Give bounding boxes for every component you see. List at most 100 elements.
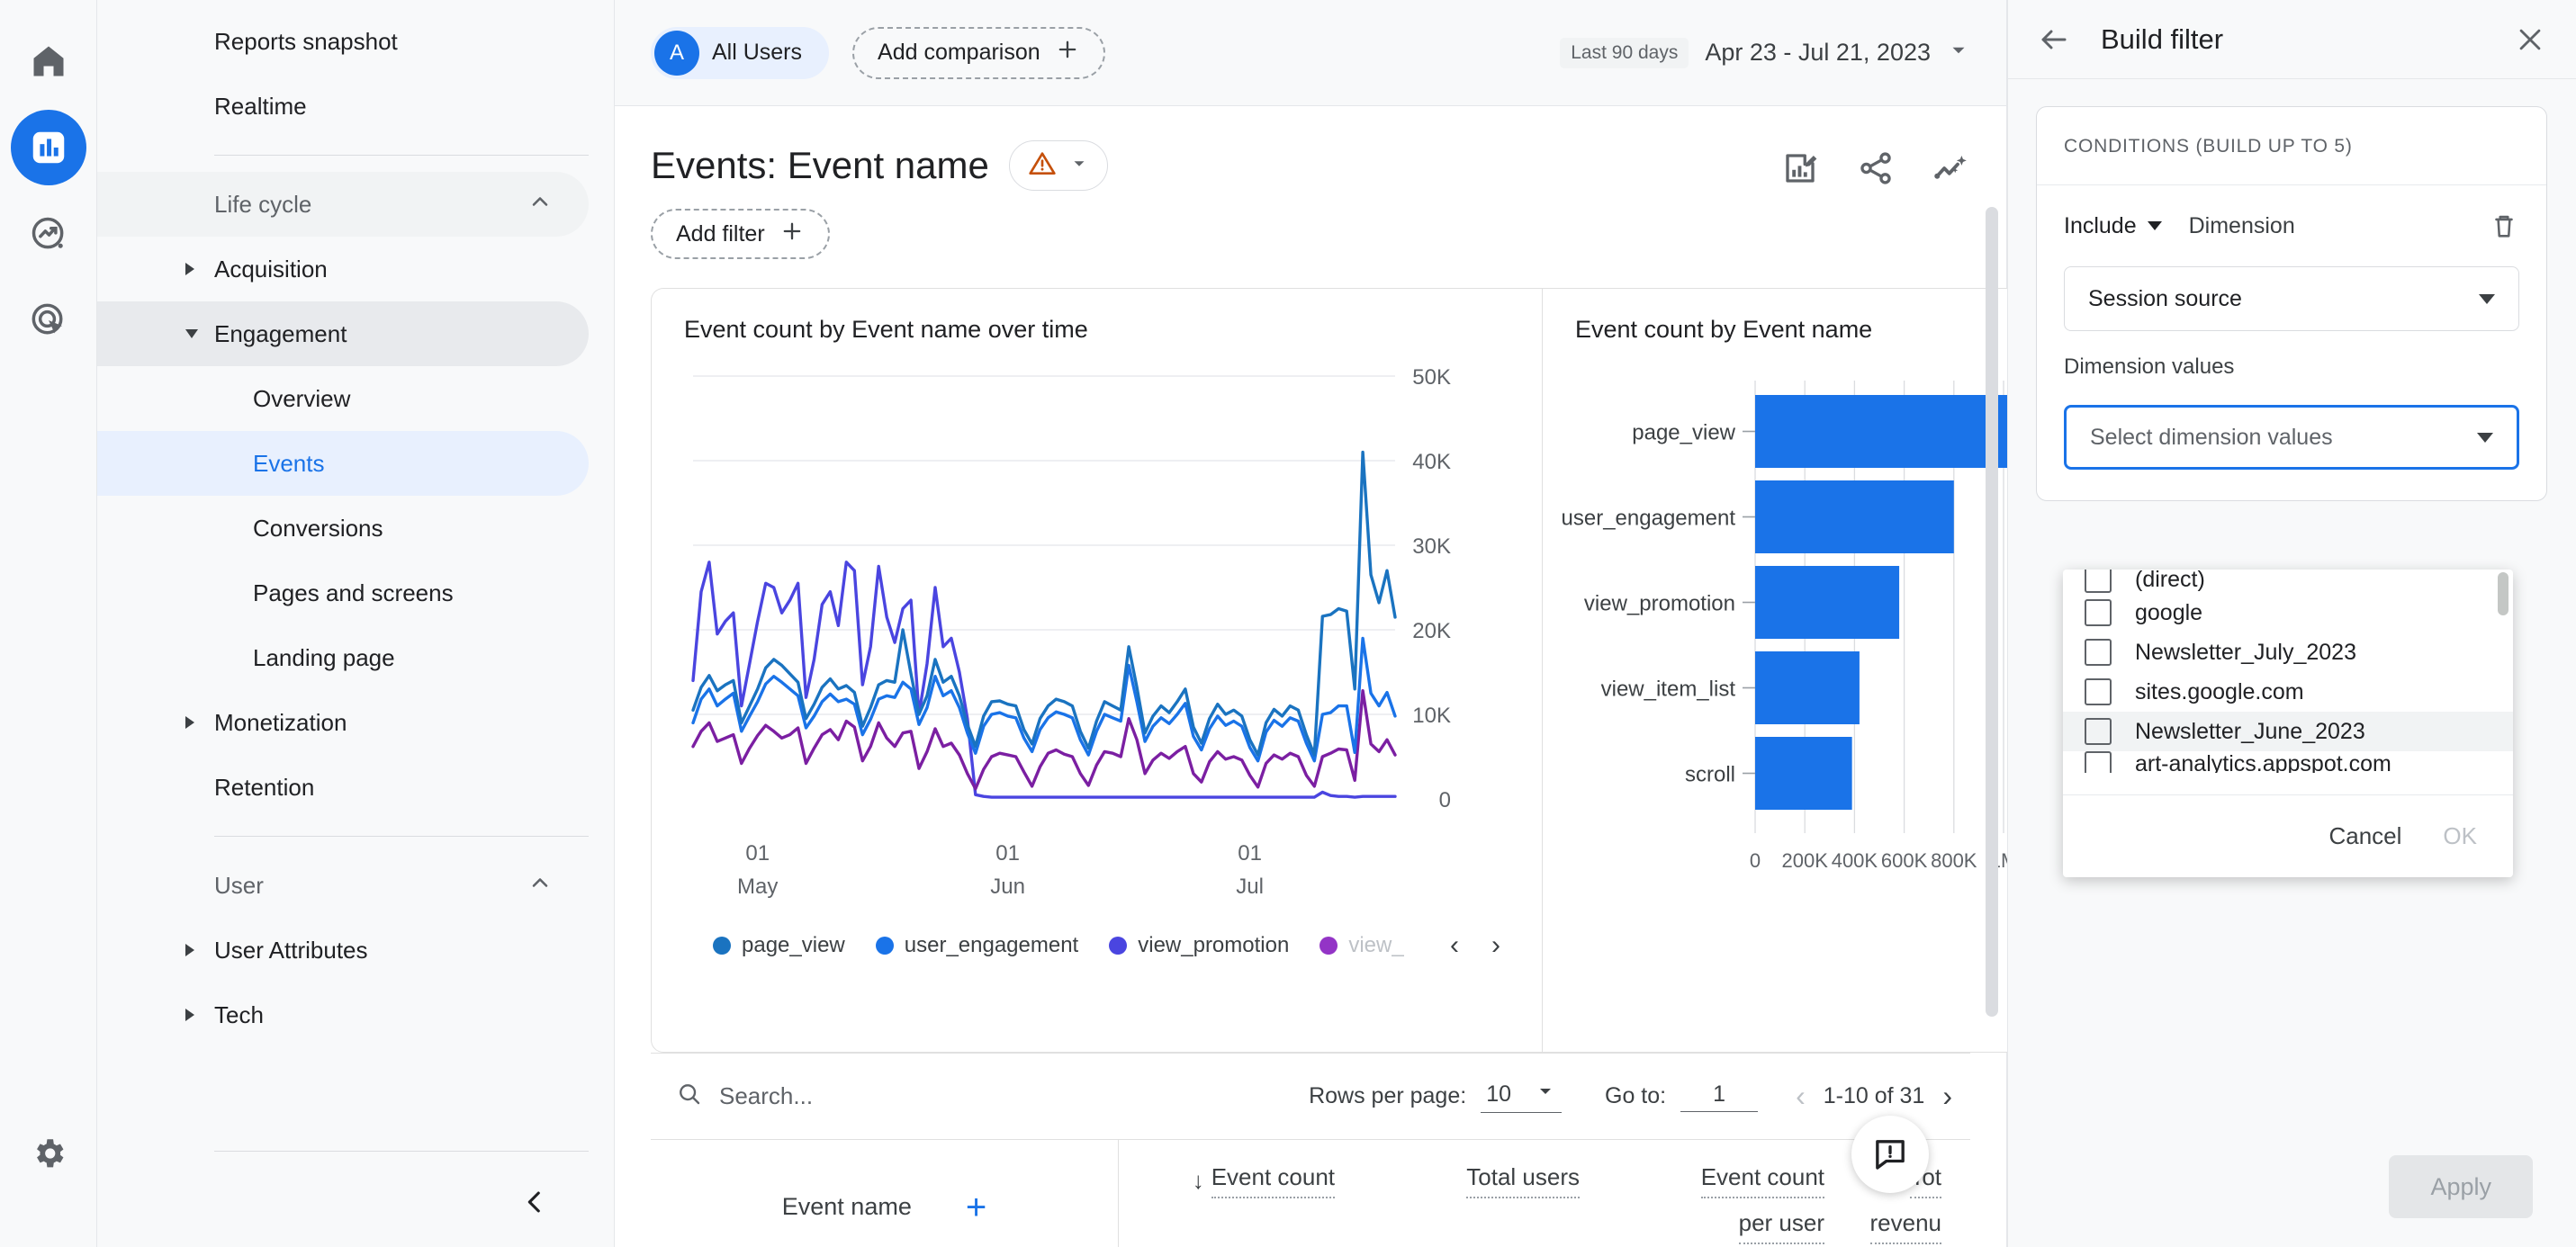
- sidebar-item-acquisition[interactable]: Acquisition: [97, 237, 589, 301]
- checkbox[interactable]: [2085, 570, 2112, 593]
- sidebar-item-label: Conversions: [253, 514, 383, 542]
- dropdown-option-art-analytics[interactable]: art-analytics.appspot.com: [2063, 751, 2513, 773]
- share-icon[interactable]: [1857, 149, 1895, 187]
- sidebar-divider-1: [214, 155, 589, 156]
- search-box[interactable]: Search...: [676, 1081, 813, 1112]
- column-header-event-count[interactable]: ↓ Event count: [1119, 1140, 1364, 1247]
- add-filter-button[interactable]: Add filter: [651, 209, 830, 259]
- sidebar-item-user-attributes[interactable]: User Attributes: [97, 918, 589, 982]
- add-comparison-button[interactable]: Add comparison: [852, 26, 1105, 79]
- insights-icon[interactable]: [1932, 149, 1970, 187]
- segment-label: All Users: [712, 40, 803, 65]
- dropdown-option-label: Newsletter_June_2023: [2135, 718, 2365, 744]
- legend-label: view_: [1348, 933, 1404, 957]
- dropdown-scrollbar-thumb[interactable]: [2498, 572, 2508, 615]
- scrollbar-thumb[interactable]: [1986, 207, 1998, 1017]
- checkbox[interactable]: [2085, 678, 2112, 705]
- analytics-app: Reports snapshot Realtime Life cycle Acq…: [0, 0, 2576, 1247]
- column-header-event-count-per-user[interactable]: Event count per user: [1608, 1140, 1853, 1247]
- legend-item[interactable]: user_engagement: [875, 933, 1078, 958]
- apply-button[interactable]: Apply: [2389, 1155, 2533, 1218]
- date-range-selector[interactable]: Last 90 days Apr 23 - Jul 21, 2023: [1560, 37, 1970, 68]
- sidebar-item-landing-page[interactable]: Landing page: [97, 625, 589, 690]
- trash-icon[interactable]: [2489, 211, 2519, 241]
- checkbox[interactable]: [2085, 718, 2112, 745]
- plus-icon[interactable]: +: [966, 1189, 986, 1225]
- sidebar-item-overview[interactable]: Overview: [97, 366, 589, 431]
- sidebar-item-events[interactable]: Events: [97, 431, 589, 496]
- legend-prev-button[interactable]: ‹: [1450, 930, 1459, 961]
- home-icon[interactable]: [11, 23, 86, 99]
- svg-text:200K: 200K: [1782, 849, 1829, 872]
- pagination: ‹ 1-10 of 31 ›: [1796, 1080, 1970, 1113]
- sidebar-item-monetization[interactable]: Monetization: [97, 690, 589, 755]
- ok-button[interactable]: OK: [2443, 822, 2477, 850]
- legend-item[interactable]: view_: [1320, 933, 1404, 958]
- search-input[interactable]: Search...: [719, 1082, 813, 1110]
- reports-icon[interactable]: [10, 110, 86, 185]
- sidebar-item-reports-snapshot[interactable]: Reports snapshot: [97, 9, 589, 74]
- next-page-button[interactable]: ›: [1942, 1080, 1952, 1113]
- advertising-icon[interactable]: [11, 283, 86, 358]
- dropdown-option-label: sites.google.com: [2135, 678, 2304, 704]
- dropdown-option-newsletter-june[interactable]: Newsletter_June_2023: [2063, 712, 2513, 751]
- dropdown-actions: Cancel OK: [2063, 794, 2513, 877]
- segment-chip-all-users[interactable]: A All Users: [651, 26, 830, 79]
- explore-icon[interactable]: [11, 196, 86, 272]
- sidebar-item-engagement[interactable]: Engagement: [97, 301, 589, 366]
- gear-icon[interactable]: [11, 1116, 86, 1191]
- sidebar-item-pages-and-screens[interactable]: Pages and screens: [97, 561, 589, 625]
- dropdown-option-list[interactable]: (direct) google Newsletter_July_2023 sit…: [2063, 570, 2513, 794]
- plus-icon: [779, 219, 805, 250]
- sidebar-item-tech[interactable]: Tech: [97, 982, 589, 1047]
- goto-input[interactable]: [1680, 1081, 1759, 1112]
- svg-text:0: 0: [1750, 849, 1761, 872]
- sidebar-item-label: Pages and screens: [253, 579, 454, 606]
- sidebar-item-retention[interactable]: Retention: [97, 755, 589, 820]
- chevron-up-icon[interactable]: [527, 870, 553, 902]
- column-header-event-name[interactable]: Event name +: [651, 1140, 1119, 1247]
- sidebar-collapse-button[interactable]: [509, 1177, 560, 1227]
- settings-rail-section: [0, 1116, 97, 1202]
- dropdown-option-direct[interactable]: (direct): [2063, 570, 2513, 593]
- column-header-total-users[interactable]: Total users: [1364, 1140, 1608, 1247]
- sidebar-item-realtime[interactable]: Realtime: [97, 74, 589, 139]
- panel-title: Build filter: [2101, 22, 2224, 55]
- svg-text:20K: 20K: [1412, 619, 1451, 643]
- dropdown-option-google[interactable]: google: [2063, 593, 2513, 632]
- legend-item[interactable]: view_promotion: [1109, 933, 1289, 958]
- dropdown-option-newsletter-july[interactable]: Newsletter_July_2023: [2063, 632, 2513, 672]
- rows-per-page-select[interactable]: 10: [1481, 1081, 1562, 1113]
- checkbox[interactable]: [2085, 639, 2112, 666]
- main-scrollbar[interactable]: [1983, 207, 2001, 1247]
- include-dropdown[interactable]: Include: [2064, 213, 2162, 239]
- data-quality-warning-chip[interactable]: [1008, 140, 1108, 191]
- chevron-down-icon: [1535, 1081, 1556, 1108]
- sidebar-item-label: Engagement: [214, 319, 347, 347]
- dropdown-option-sites-google[interactable]: sites.google.com: [2063, 672, 2513, 712]
- prev-page-button[interactable]: ‹: [1796, 1080, 1806, 1113]
- dimension-values-select[interactable]: Select dimension values: [2064, 405, 2519, 470]
- sidebar-item-conversions[interactable]: Conversions: [97, 496, 589, 561]
- close-icon[interactable]: [2515, 24, 2545, 55]
- svg-text:01: 01: [745, 841, 770, 866]
- checkbox[interactable]: [2085, 599, 2112, 626]
- arrow-back-icon[interactable]: [2038, 23, 2070, 56]
- cancel-button[interactable]: Cancel: [2328, 822, 2401, 850]
- svg-text:01: 01: [995, 841, 1020, 866]
- sidebar-group-user[interactable]: User: [97, 853, 589, 918]
- chevron-up-icon[interactable]: [527, 189, 553, 220]
- panel-body: CONDITIONS (BUILD UP TO 5) Include Dimen…: [2007, 79, 2576, 1126]
- feedback-button[interactable]: [1851, 1116, 1929, 1193]
- legend-item[interactable]: page_view: [713, 933, 845, 958]
- checkbox[interactable]: [2085, 751, 2112, 773]
- customize-report-icon[interactable]: [1781, 149, 1819, 187]
- events-table: Search... Rows per page: 10 Go to: 1 ‹ 1…: [651, 1053, 1970, 1247]
- dimension-select[interactable]: Session source: [2064, 266, 2519, 331]
- legend-next-button[interactable]: ›: [1491, 930, 1500, 961]
- bar-chart-svg: 0200K400K600K800K1M1.2Mpage_viewuser_eng…: [1562, 381, 2076, 872]
- sidebar-item-label: Acquisition: [214, 255, 328, 283]
- sidebar-item-label: Landing page: [253, 643, 395, 671]
- dimension-values-label: Dimension values: [2064, 354, 2235, 379]
- sidebar-group-life-cycle[interactable]: Life cycle: [97, 172, 589, 237]
